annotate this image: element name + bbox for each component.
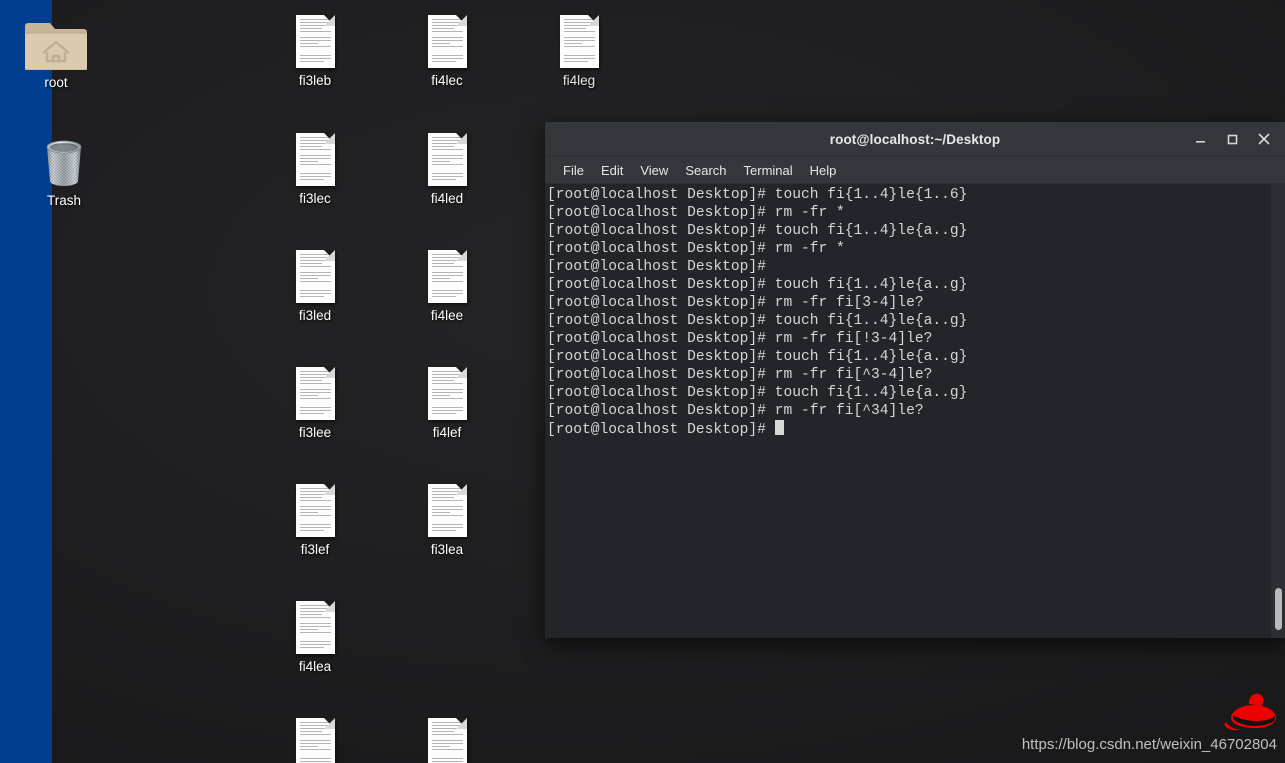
desktop-file-fi3led[interactable]: fi3led [267,241,363,323]
close-icon [1258,133,1270,145]
desktop-icon-root[interactable]: root [8,8,104,90]
minimize-button[interactable] [1185,126,1215,152]
terminal-scrollbar-thumb[interactable] [1275,588,1282,630]
terminal-window[interactable]: root@localhost:~/Desktop File Edit View … [545,122,1285,638]
menu-help[interactable]: Help [802,160,845,181]
desktop-file-label: fi3led [298,308,332,323]
desktop-file-row7-col1[interactable] [267,709,363,763]
home-folder-icon [8,8,104,71]
document-icon [267,709,363,763]
menubar[interactable]: File Edit View Search Terminal Help [545,157,1285,184]
desktop-file-label: fi4lef [432,425,462,440]
desktop-file-fi3lef[interactable]: fi3lef [267,475,363,557]
window-controls [1185,122,1279,156]
maximize-button[interactable] [1217,126,1247,152]
terminal-output[interactable]: [root@localhost Desktop]# touch fi{1..4}… [547,186,1263,439]
document-icon [267,592,363,654]
window-titlebar[interactable]: root@localhost:~/Desktop [545,122,1285,157]
desktop-file-label: fi3lec [299,191,331,206]
desktop-icon-label: Trash [46,193,81,208]
desktop[interactable]: root Trash fi3leb fi4lec fi4leg fi3lec f… [0,0,1285,763]
minimize-icon [1195,140,1205,143]
desktop-file-label: fi4lec [431,73,463,88]
document-icon [399,241,495,303]
document-icon [399,6,495,68]
desktop-file-fi3lee[interactable]: fi3lee [267,358,363,440]
terminal-scrollback: [root@localhost Desktop]# touch fi{1..4}… [547,187,968,419]
menu-terminal[interactable]: Terminal [736,160,801,181]
desktop-file-label: fi4lea [298,659,332,674]
document-icon [399,709,495,763]
terminal-prompt-line: [root@localhost Desktop]# [547,422,775,438]
desktop-file-fi3lea[interactable]: fi3lea [399,475,495,557]
menu-view[interactable]: View [632,160,676,181]
terminal-cursor [774,420,784,435]
watermark-url: https://blog.csdn.net/weixin_46702804 [1021,736,1277,753]
desktop-file-fi4lee[interactable]: fi4lee [399,241,495,323]
desktop-file-label: fi3lef [300,542,330,557]
close-button[interactable] [1249,126,1279,152]
desktop-file-label: fi4lee [430,308,464,323]
desktop-file-fi3lec[interactable]: fi3lec [267,124,363,206]
desktop-file-fi4led[interactable]: fi4led [399,124,495,206]
desktop-file-fi4leg[interactable]: fi4leg [531,6,627,88]
document-icon [267,358,363,420]
trash-icon [16,126,112,188]
desktop-file-fi3leb[interactable]: fi3leb [267,6,363,88]
desktop-icon-trash[interactable]: Trash [16,126,112,208]
window-title: root@localhost:~/Desktop [829,131,1001,147]
document-icon [267,241,363,303]
red-hat-fedora-logo [1223,691,1279,735]
desktop-file-label: fi4leg [562,73,596,88]
desktop-file-fi4lec[interactable]: fi4lec [399,6,495,88]
menu-file[interactable]: File [555,160,592,181]
document-icon [267,124,363,186]
desktop-icon-label: root [44,75,68,90]
menu-edit[interactable]: Edit [593,160,631,181]
desktop-file-label: fi3lee [298,425,332,440]
terminal-scrollbar[interactable] [1271,184,1285,638]
desktop-file-label: fi3lea [430,542,464,557]
desktop-file-fi4lea[interactable]: fi4lea [267,592,363,674]
desktop-file-row7-col2[interactable] [399,709,495,763]
document-icon [399,358,495,420]
terminal-body[interactable]: [root@localhost Desktop]# touch fi{1..4}… [545,184,1285,638]
wallpaper-blue-stripe [0,0,52,763]
maximize-icon [1227,134,1237,144]
desktop-file-label: fi3leb [298,73,332,88]
desktop-file-fi4lef[interactable]: fi4lef [399,358,495,440]
desktop-file-label: fi4led [430,191,464,206]
menu-search[interactable]: Search [677,160,734,181]
document-icon [531,6,627,68]
document-icon [267,6,363,68]
document-icon [399,124,495,186]
document-icon [399,475,495,537]
document-icon [267,475,363,537]
